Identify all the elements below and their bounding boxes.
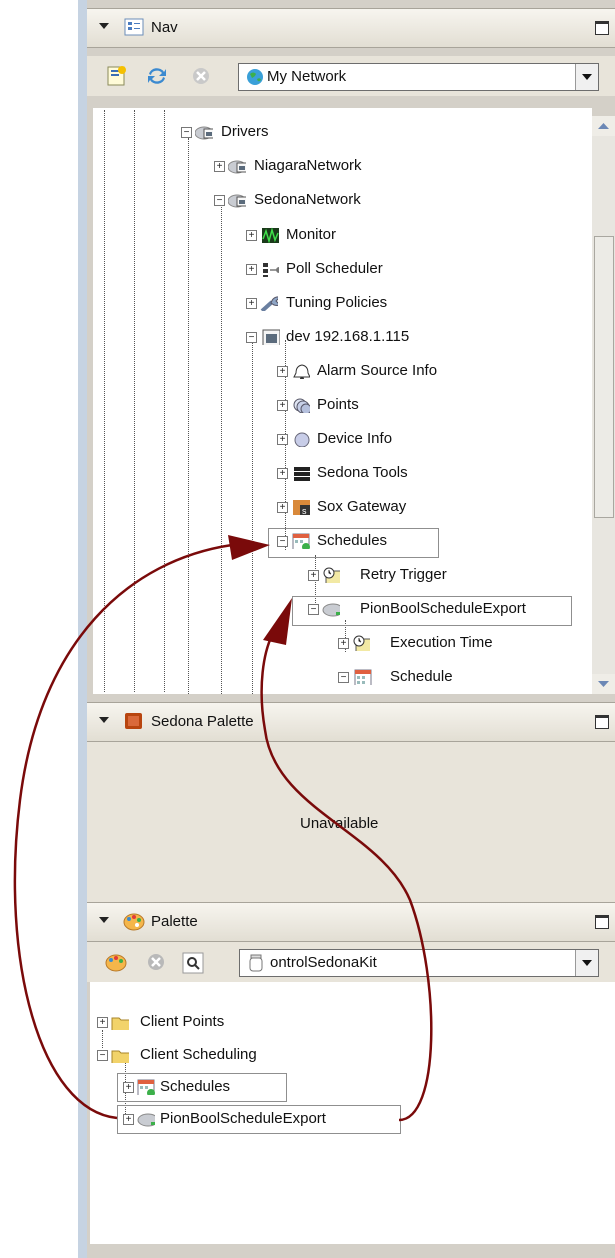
arrow-pionbool (260, 627, 433, 1122)
arrow-schedules (13, 543, 233, 1120)
annotation-arrows (13, 535, 433, 1122)
arrowhead-icon (228, 535, 270, 560)
arrowhead-icon (263, 598, 292, 645)
